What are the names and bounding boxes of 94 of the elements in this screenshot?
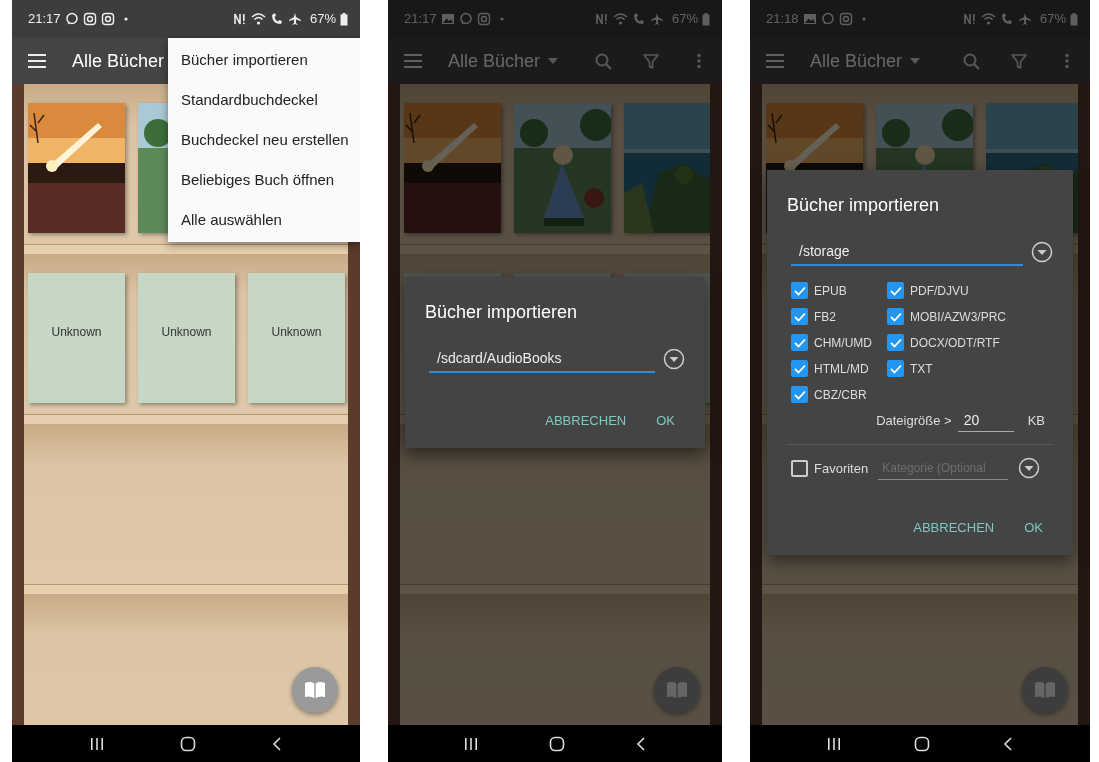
clock: 21:17 bbox=[28, 10, 61, 29]
checkbox[interactable]: CBZ/CBR bbox=[791, 385, 887, 404]
chat-icon bbox=[64, 12, 79, 26]
call-icon bbox=[631, 12, 646, 26]
dialog-title: Bücher importieren bbox=[787, 193, 941, 217]
menu-icon[interactable] bbox=[28, 54, 46, 68]
call-icon bbox=[269, 12, 284, 26]
filter-icon[interactable] bbox=[1010, 52, 1028, 70]
checkbox[interactable]: MOBI/AZW3/PRC bbox=[887, 307, 1053, 326]
call-icon bbox=[999, 12, 1014, 26]
check-icon bbox=[793, 311, 806, 322]
chat-icon bbox=[820, 12, 835, 26]
image-icon bbox=[802, 12, 817, 26]
back-icon[interactable] bbox=[636, 736, 647, 751]
checkbox[interactable]: DOCX/ODT/RTF bbox=[887, 333, 1053, 352]
camera-icon bbox=[838, 12, 853, 26]
book-title: Unknown bbox=[161, 324, 212, 338]
book-icon bbox=[666, 681, 688, 699]
check-icon bbox=[793, 285, 806, 296]
airplane-icon bbox=[1017, 12, 1032, 26]
check-icon bbox=[889, 285, 902, 296]
size-field[interactable]: 20 bbox=[957, 409, 1014, 432]
recents-icon[interactable] bbox=[90, 736, 104, 751]
unit-label: KB bbox=[1027, 412, 1045, 430]
book-title: Unknown bbox=[51, 324, 102, 338]
checkbox[interactable]: EPUB bbox=[791, 281, 887, 300]
battery-level: 67% bbox=[671, 10, 698, 29]
airplane-icon bbox=[649, 12, 664, 26]
dropdown-icon[interactable] bbox=[663, 348, 685, 371]
book-icon bbox=[304, 681, 326, 699]
menu-item[interactable]: Buchdeckel neu erstellen bbox=[168, 120, 360, 160]
home-icon[interactable] bbox=[180, 735, 196, 752]
checkbox[interactable]: TXT bbox=[887, 359, 1053, 378]
check-icon bbox=[793, 363, 806, 374]
dropdown-icon[interactable] bbox=[1031, 241, 1053, 264]
camera-icon bbox=[476, 12, 491, 26]
dropdown-icon[interactable] bbox=[1018, 457, 1041, 480]
book-cover[interactable]: Unknown bbox=[138, 273, 235, 403]
caret-icon[interactable] bbox=[910, 58, 921, 64]
wifi-icon bbox=[250, 12, 266, 26]
field-label: Dateigröße > bbox=[876, 412, 952, 430]
image-icon bbox=[440, 12, 455, 26]
battery-icon bbox=[1070, 12, 1078, 26]
recents-icon[interactable] bbox=[826, 736, 841, 751]
clock: 21:17 bbox=[404, 10, 437, 29]
back-icon[interactable] bbox=[1003, 736, 1014, 751]
dialog-button[interactable]: OK bbox=[646, 402, 685, 439]
check-icon bbox=[793, 337, 806, 348]
check-icon bbox=[793, 389, 806, 400]
check-icon bbox=[889, 337, 902, 348]
dialog-button[interactable]: OK bbox=[1014, 509, 1053, 546]
camera-icon bbox=[100, 12, 115, 26]
mute-icon bbox=[962, 12, 977, 26]
filter-icon[interactable] bbox=[642, 52, 660, 70]
checkbox[interactable]: CHM/UMD bbox=[791, 333, 887, 352]
check-icon bbox=[889, 363, 902, 374]
path-field[interactable]: /sdcard/AudioBooks bbox=[429, 345, 655, 373]
camera-icon bbox=[82, 12, 97, 26]
path-field[interactable]: /storage bbox=[791, 238, 1023, 266]
check-icon bbox=[889, 311, 902, 322]
book-cover[interactable]: Unknown bbox=[28, 273, 125, 403]
checkbox[interactable]: FB2 bbox=[791, 307, 887, 326]
battery-level: 67% bbox=[1039, 10, 1066, 29]
home-icon[interactable] bbox=[914, 735, 930, 752]
wifi-icon bbox=[612, 12, 628, 26]
book-cover[interactable]: Unknown bbox=[248, 273, 345, 403]
checkbox[interactable]: HTML/MD bbox=[791, 359, 887, 378]
dialog-title: Bücher importieren bbox=[425, 300, 579, 324]
menu-item[interactable]: Beliebiges Buch öffnen bbox=[168, 160, 360, 200]
airplane-icon bbox=[287, 12, 302, 26]
mute-icon bbox=[232, 12, 247, 26]
book-title: Unknown bbox=[271, 324, 322, 338]
home-icon[interactable] bbox=[549, 735, 565, 752]
search-icon[interactable] bbox=[594, 52, 612, 70]
mute-icon bbox=[594, 12, 609, 26]
checkbox[interactable]: Favoriten bbox=[791, 458, 869, 478]
screen-title[interactable]: Alle Bücher bbox=[72, 47, 165, 75]
menu-item[interactable]: Bücher importieren bbox=[168, 40, 360, 80]
back-icon[interactable] bbox=[272, 736, 282, 751]
menu-item[interactable]: Standardbuchdeckel bbox=[168, 80, 360, 120]
wifi-icon bbox=[980, 12, 996, 26]
checkbox[interactable]: PDF/DJVU bbox=[887, 281, 1053, 300]
recents-icon[interactable] bbox=[463, 736, 478, 751]
battery-level: 67% bbox=[309, 10, 336, 29]
book-icon bbox=[1034, 681, 1056, 699]
battery-icon bbox=[702, 12, 710, 26]
clock: 21:18 bbox=[766, 10, 799, 29]
caret-icon[interactable] bbox=[548, 58, 559, 64]
battery-icon bbox=[340, 12, 348, 26]
menu-item[interactable]: Alle auswählen bbox=[168, 200, 360, 240]
dialog-button[interactable]: ABBRECHEN bbox=[903, 509, 1005, 546]
dialog-button[interactable]: ABBRECHEN bbox=[535, 402, 637, 439]
chat-icon bbox=[458, 12, 473, 26]
search-icon[interactable] bbox=[962, 52, 980, 70]
